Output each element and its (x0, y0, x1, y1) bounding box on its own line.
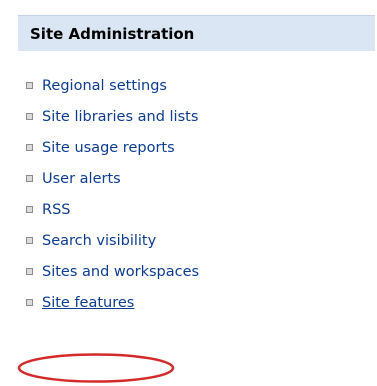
list-item: Regional settings (26, 70, 199, 101)
link-site-usage-reports[interactable]: Site usage reports (42, 139, 175, 157)
bullet-icon (26, 299, 33, 306)
bullet-icon (26, 144, 33, 151)
link-site-features[interactable]: Site features (42, 294, 134, 312)
list-item: Search visibility (26, 225, 199, 256)
admin-link-list: Regional settings Site libraries and lis… (26, 70, 199, 318)
bullet-icon (26, 175, 33, 182)
link-user-alerts[interactable]: User alerts (42, 170, 121, 188)
section-header: Site Administration (18, 15, 375, 51)
bullet-icon (26, 113, 33, 120)
link-regional-settings[interactable]: Regional settings (42, 77, 167, 95)
list-item: Site usage reports (26, 132, 199, 163)
list-item: RSS (26, 194, 199, 225)
bullet-icon (26, 237, 33, 244)
link-search-visibility[interactable]: Search visibility (42, 232, 156, 250)
link-site-libraries-and-lists[interactable]: Site libraries and lists (42, 108, 198, 126)
list-item: Site features (26, 287, 199, 318)
list-item: Sites and workspaces (26, 256, 199, 287)
bullet-icon (26, 82, 33, 89)
link-sites-and-workspaces[interactable]: Sites and workspaces (42, 263, 199, 281)
highlight-ellipse-shape (17, 353, 175, 383)
list-item: User alerts (26, 163, 199, 194)
site-administration-panel: Site Administration Regional settings Si… (0, 0, 377, 386)
link-rss[interactable]: RSS (42, 201, 70, 219)
bullet-icon (26, 206, 33, 213)
list-item: Site libraries and lists (26, 101, 199, 132)
highlight-circle-annotation (17, 353, 175, 383)
bullet-icon (26, 268, 33, 275)
section-title: Site Administration (30, 24, 195, 43)
